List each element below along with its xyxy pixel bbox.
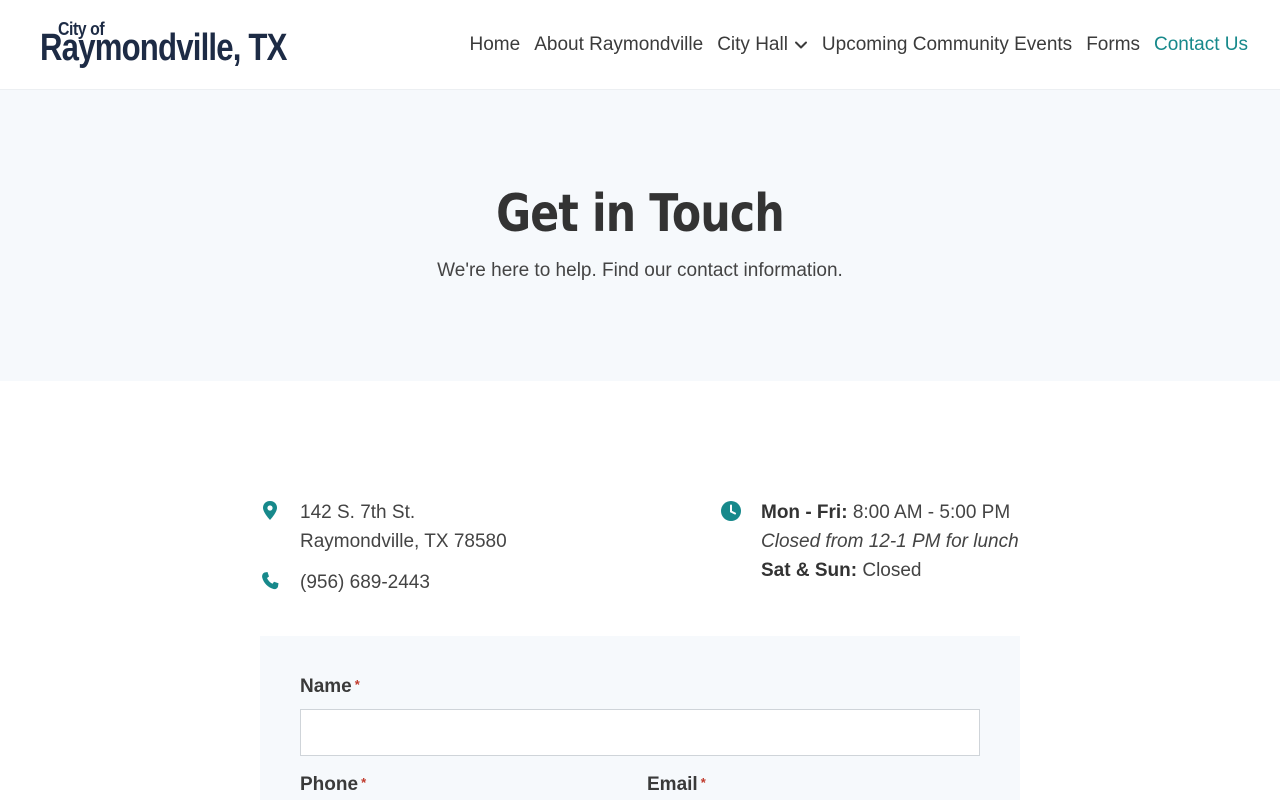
weekday-value: 8:00 AM - 5:00 PM bbox=[852, 502, 1011, 523]
hours-text: Mon - Fri: 8:00 AM - 5:00 PM Closed from… bbox=[761, 498, 1019, 585]
clock-icon bbox=[720, 498, 761, 522]
nav-events-label: Upcoming Community Events bbox=[821, 34, 1073, 55]
email-label: Email * bbox=[647, 774, 706, 796]
page-title: Get in Touch bbox=[496, 184, 785, 244]
nav-about-label: About Raymondville bbox=[534, 34, 704, 55]
hero-section: Get in Touch We're here to help. Find ou… bbox=[0, 90, 1280, 381]
phone-icon bbox=[260, 568, 300, 592]
email-label-text: Email bbox=[647, 774, 698, 795]
weekend-hours: Sat & Sun: Closed bbox=[761, 556, 1019, 585]
nav-forms-label: Forms bbox=[1086, 34, 1141, 55]
page-subtitle: We're here to help. Find our contact inf… bbox=[437, 260, 843, 281]
weekday-label: Mon - Fri: bbox=[761, 502, 848, 523]
address-line-2: Raymondville, TX 78580 bbox=[300, 531, 507, 552]
lunch-note: Closed from 12-1 PM for lunch bbox=[761, 527, 1019, 556]
weekend-value: Closed bbox=[862, 560, 922, 581]
address-row: 142 S. 7th St. Raymondville, TX 78580 bbox=[260, 498, 507, 556]
nav-contact[interactable]: Contact Us bbox=[1154, 34, 1248, 56]
name-input[interactable] bbox=[300, 709, 980, 756]
nav-forms[interactable]: Forms bbox=[1086, 34, 1140, 56]
nav-contact-label: Contact Us bbox=[1154, 34, 1248, 55]
name-label-text: Name bbox=[300, 676, 352, 697]
office-hours: Mon - Fri: 8:00 AM - 5:00 PM Closed from… bbox=[720, 498, 1019, 585]
contact-info: 142 S. 7th St. Raymondville, TX 78580 (9… bbox=[260, 498, 507, 609]
phone-number[interactable]: (956) 689-2443 bbox=[300, 568, 430, 597]
address-text: 142 S. 7th St. Raymondville, TX 78580 bbox=[300, 498, 507, 556]
nav-about[interactable]: About Raymondville bbox=[534, 34, 703, 56]
nav-home-label: Home bbox=[469, 34, 521, 55]
nav-city-hall-label: City Hall bbox=[717, 34, 788, 55]
hours-row: Mon - Fri: 8:00 AM - 5:00 PM Closed from… bbox=[720, 498, 1019, 585]
location-pin-icon bbox=[260, 498, 300, 522]
phone-row: (956) 689-2443 bbox=[260, 568, 507, 597]
contact-form: Name * Phone * Email * bbox=[260, 636, 1020, 800]
phone-label: Phone * bbox=[300, 774, 366, 796]
nav-home[interactable]: Home bbox=[470, 34, 521, 56]
lunch-note-text: Closed from 12-1 PM for lunch bbox=[761, 531, 1019, 552]
chevron-down-icon[interactable] bbox=[794, 38, 808, 52]
nav-city-hall[interactable]: City Hall bbox=[717, 34, 808, 56]
site-header: City of Raymondville, TX Home About Raym… bbox=[0, 0, 1280, 90]
logo-city-name: Raymondville, TX bbox=[40, 27, 287, 69]
required-marker: * bbox=[700, 775, 706, 790]
weekday-hours: Mon - Fri: 8:00 AM - 5:00 PM bbox=[761, 498, 1019, 527]
weekend-label: Sat & Sun: bbox=[761, 560, 858, 581]
main-nav: Home About Raymondville City Hall Upcomi… bbox=[470, 30, 1248, 60]
required-marker: * bbox=[361, 775, 367, 790]
required-marker: * bbox=[354, 677, 360, 692]
address-line-1: 142 S. 7th St. bbox=[300, 502, 416, 523]
site-logo[interactable]: City of Raymondville, TX bbox=[40, 20, 320, 70]
name-label: Name * bbox=[300, 676, 360, 698]
nav-events[interactable]: Upcoming Community Events bbox=[822, 34, 1072, 56]
phone-label-text: Phone bbox=[300, 774, 359, 795]
